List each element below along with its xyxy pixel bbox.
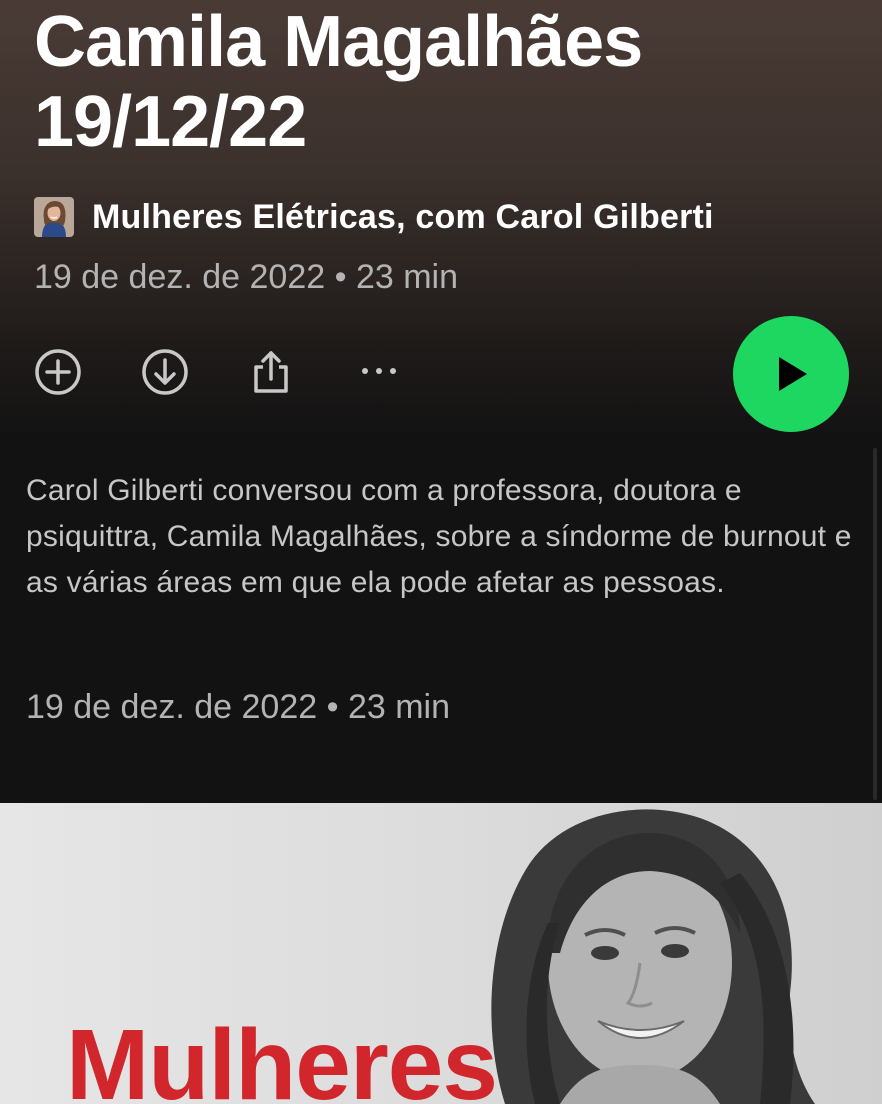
episode-date: 19 de dez. de 2022 — [34, 258, 326, 296]
show-name: Mulheres Elétricas, com Carol Gilberti — [92, 197, 714, 236]
more-horizontal-icon — [362, 368, 396, 374]
download-button[interactable] — [139, 346, 191, 398]
episode-meta: 19 de dez. de 2022 • 23 min — [34, 258, 458, 297]
episode-meta-secondary: 19 de dez. de 2022 • 23 min — [26, 688, 450, 727]
more-options-button[interactable] — [353, 346, 405, 398]
episode-title-line-2: 19/12/22 — [34, 82, 307, 162]
episode-duration: 23 min — [355, 258, 459, 296]
episode-title-line-1: Camila Magalhães — [34, 2, 643, 82]
play-icon — [779, 357, 807, 391]
action-bar — [0, 316, 882, 436]
episode-description: Carol Gilberti conversou com a professor… — [26, 474, 852, 599]
host-avatar — [34, 197, 74, 237]
share-button[interactable] — [245, 346, 297, 398]
episode-cover-art: Mulheres — [0, 803, 882, 1104]
add-to-library-button[interactable] — [32, 346, 84, 398]
episode-page: Camila Magalhães 19/12/22 Mulheres Elétr… — [0, 0, 882, 1104]
meta-separator-secondary: • — [326, 688, 339, 726]
episode-title: Camila Magalhães 19/12/22 — [34, 2, 854, 162]
plus-circle-icon — [35, 349, 81, 395]
episode-date-secondary: 19 de dez. de 2022 — [26, 688, 318, 726]
show-link[interactable]: Mulheres Elétricas, com Carol Gilberti — [34, 195, 714, 239]
scrollbar[interactable] — [873, 448, 877, 800]
meta-separator: • — [334, 258, 347, 296]
download-circle-icon — [142, 349, 188, 395]
play-button[interactable] — [733, 316, 849, 432]
host-avatar-image — [34, 197, 74, 237]
episode-duration-secondary: 23 min — [347, 688, 451, 726]
share-icon — [254, 351, 288, 393]
cover-brand-text: Mulheres — [66, 1009, 498, 1104]
